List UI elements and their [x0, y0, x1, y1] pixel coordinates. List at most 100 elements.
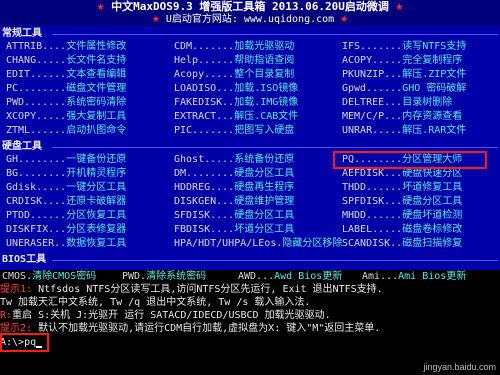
common-tools-menu-item[interactable]: FAKEDISK..加载.IMG镜像 — [174, 97, 298, 108]
common-tools-menu-item[interactable]: Gpwd......GHO 密码破解 — [342, 83, 466, 94]
command-name: ZTML...... — [6, 125, 67, 136]
highlight-pq-box — [333, 151, 487, 169]
command-description: 一键备份还原 — [66, 154, 127, 165]
command-name: DELTREE... — [342, 97, 403, 108]
disk-tools-menu-item[interactable]: Ghost.....系统备份还原 — [174, 154, 294, 165]
command-name: FAKEDISK.. — [174, 97, 235, 108]
title-line: ★ 中文MaxDOS9.3 增强版工具箱 2013.06.20U启动微调 ★ — [0, 0, 500, 13]
common-tools-menu-item[interactable]: MEM/C/P...内存资源查看 — [342, 111, 462, 122]
disk-tools-menu-item[interactable]: THDD......坏道修复工具 — [342, 182, 462, 193]
common-tools-menu-item[interactable]: UNRAR.....解压.RAR文件 — [342, 125, 466, 136]
command-name: LABEL..... — [342, 224, 403, 235]
command-description: 启动扒图命令 — [66, 125, 127, 136]
command-name: EXTRACT... — [174, 111, 235, 122]
command-description: 文本查看编辑 — [66, 69, 127, 80]
common-tools-menu-item[interactable]: PWD.......系统密码清除 — [6, 97, 126, 108]
disk-tools-menu-item[interactable]: AEFDISK...硬盘快速分区 — [342, 168, 462, 179]
common-tools-menu-item[interactable]: CDM.......加载光驱驱动 — [174, 41, 294, 52]
command-description: 分区恢复工具 — [66, 210, 127, 221]
command-description: 加载.ISO镜像 — [234, 83, 299, 94]
disk-tools-menu-item[interactable]: CRDISK....还原卡破解器 — [6, 196, 126, 207]
disk-tools-menu-item[interactable]: FBDISK....坏道分区工具 — [174, 224, 294, 235]
disk-tools-menu-item[interactable]: HPA/HDT/UHPA/LEos.隐藏分区移除 — [174, 238, 342, 249]
common-tools-menu-item[interactable]: EDIT......文本查看编辑 — [6, 69, 126, 80]
bios-menu-item[interactable]: CMOS.清除CMOS密码 — [2, 271, 96, 282]
bios-menu-item[interactable]: Ami...Ami Bios更新 — [362, 271, 466, 282]
common-tools-menu-item[interactable]: PKUNZIP...解压.ZIP文件 — [342, 69, 466, 80]
disk-tools-menu-item[interactable]: DM........硬盘分区工具 — [174, 168, 294, 179]
common-tools-menu-item[interactable]: ACOPY.....完全复制程序 — [342, 55, 462, 66]
hint-line-1: 提示1: Ntfsdos NTFS分区读写工具,访问NTFS分区先运行, Exi… — [0, 284, 383, 295]
common-tools-menu-item[interactable]: PIC.......把图写入硬盘 — [174, 125, 294, 136]
website-line: ★ U启动官方网站: www.uqidong.com ★ — [0, 11, 500, 26]
disk-tools-menu-item[interactable]: DISKFIX...分区表修复器 — [6, 224, 126, 235]
command-name: PC........ — [6, 83, 67, 94]
command-name: ACOPY..... — [342, 55, 403, 66]
command-description: 文件属性修改 — [66, 41, 127, 52]
command-description: 清除CMOS密码 — [32, 271, 97, 282]
common-tools-row: PWD.......系统密码清除 FAKEDISK..加载.IMG镜像 DELTRE… — [0, 97, 500, 108]
command-description: 长文件名支持 — [66, 55, 127, 66]
bios-menu-item[interactable]: AWD...Awd Bios更新 — [238, 271, 342, 282]
command-name: XCOPY..... — [6, 111, 67, 122]
command-description: 硬盘坏道检测 — [402, 210, 463, 221]
disk-tools-menu-item[interactable]: PTDD......分区恢复工具 — [6, 210, 126, 221]
common-tools-menu-item[interactable]: DELTREE...目录树删除 — [342, 97, 452, 108]
disk-tools-menu-item[interactable]: UNERASER..数据恢复工具 — [6, 238, 126, 249]
command-name: CRDISK.... — [6, 196, 67, 207]
common-tools-menu-item[interactable]: IFS.......读写NTFS支持 — [342, 41, 466, 52]
common-tools-menu-item[interactable]: PC........磁盘文件管理 — [6, 83, 126, 94]
command-description: 系统备份还原 — [234, 154, 295, 165]
command-name: AWD... — [238, 271, 275, 282]
hint-line-3: R:重启 S:关机 J:光驱开 运行 SATACD/IDECD/USBCD 加载… — [0, 310, 331, 321]
command-description: 坏道分区工具 — [234, 224, 295, 235]
common-tools-menu-item[interactable]: LOADISO...加载.ISO镜像 — [174, 83, 298, 94]
common-tools-menu-item[interactable]: CHANG.....长文件名支持 — [6, 55, 126, 66]
command-name: GH........ — [6, 154, 67, 165]
common-tools-row: XCOPY.....强大复制工具 EXTRACT...解压.CAB文件 MEM/C/… — [0, 111, 500, 122]
disk-tools-menu-item[interactable]: SCANDISK..磁盘扫描修复 — [342, 238, 462, 249]
command-name: SFDISK.... — [174, 210, 235, 221]
command-description: 分区表修复器 — [66, 224, 127, 235]
command-name: FBDISK.... — [174, 224, 235, 235]
common-tools-row: CHANG.....长文件名支持 Help......帮助指语查阅 ACOPY...… — [0, 55, 500, 66]
disk-tools-menu-item[interactable]: MHDD......硬盘坏道检测 — [342, 210, 462, 221]
common-tools-menu-item[interactable]: XCOPY.....强大复制工具 — [6, 111, 126, 122]
disk-tools-menu-item[interactable]: SFDISK....硬盘分区工具 — [174, 210, 294, 221]
common-tools-menu-item[interactable]: Help......帮助指语查阅 — [174, 55, 294, 66]
command-name: LOADISO... — [174, 83, 235, 94]
common-tools-row: ZTML......启动扒图命令 PIC.......把图写入硬盘 UNRAR...… — [0, 125, 500, 136]
command-description: 解压.RAR文件 — [402, 125, 467, 136]
disk-tools-row: BG........开机精灵程序 DM........硬盘分区工具 AEFDISK.… — [0, 168, 500, 179]
command-description: 目录树删除 — [402, 97, 453, 108]
disk-tools-menu-item[interactable]: HDDREG....硬盘再生程序 — [174, 182, 294, 193]
hint-line-4: 提示2: 默认不加载光驱驱动,请运行CDM自行加载,虚拟盘为X: 键入"M"返回… — [0, 323, 380, 334]
command-description: 加载.IMG镜像 — [234, 97, 299, 108]
command-name: UNRAR..... — [342, 125, 403, 136]
common-tools-menu-item[interactable]: ZTML......启动扒图命令 — [6, 125, 126, 136]
command-name: SCANDISK.. — [342, 238, 403, 249]
disk-tools-row: CRDISK....还原卡破解器 DISKGEN...硬盘维护管理 SPFDISK.… — [0, 196, 500, 207]
common-tools-menu-item[interactable]: Acopy.....整个目录复制 — [174, 69, 294, 80]
command-description: 硬盘再生程序 — [234, 182, 295, 193]
disk-tools-menu-item[interactable]: DISKGEN...硬盘维护管理 — [174, 196, 294, 207]
command-name: Gdisk..... — [6, 182, 67, 193]
common-tools-menu-item[interactable]: EXTRACT...解压.CAB文件 — [174, 111, 298, 122]
command-description: 解压.ZIP文件 — [402, 69, 467, 80]
command-name: MEM/C/P... — [342, 111, 403, 122]
star-icon: ★ — [340, 11, 349, 26]
disk-tools-row: Gdisk.....一键分区工具 HDDREG....硬盘再生程序 THDD....… — [0, 182, 500, 193]
bios-menu-item[interactable]: PWD.清除系统密码 — [122, 271, 206, 282]
title-bar: ★ 中文MaxDOS9.3 增强版工具箱 2013.06.20U启动微调 ★ ★… — [0, 0, 500, 26]
command-description: 磁盘扫描修复 — [402, 238, 463, 249]
disk-tools-menu-item[interactable]: Gdisk.....一键分区工具 — [6, 182, 126, 193]
disk-tools-menu-item[interactable]: SPFDISK...硬盘分区工具 — [342, 196, 462, 207]
command-description: 坏道修复工具 — [402, 182, 463, 193]
disk-tools-menu-item[interactable]: LABEL.....磁盘卷标修改 — [342, 224, 462, 235]
command-description: GHO 密码破解 — [402, 83, 467, 94]
command-name: SPFDISK... — [342, 196, 403, 207]
disk-tools-menu-item[interactable]: GH........一键备份还原 — [6, 154, 126, 165]
common-tools-menu-item[interactable]: ATTRIB....文件属性修改 — [6, 41, 126, 52]
command-name: Ghost..... — [174, 154, 235, 165]
disk-tools-menu-item[interactable]: BG........开机精灵程序 — [6, 168, 126, 179]
